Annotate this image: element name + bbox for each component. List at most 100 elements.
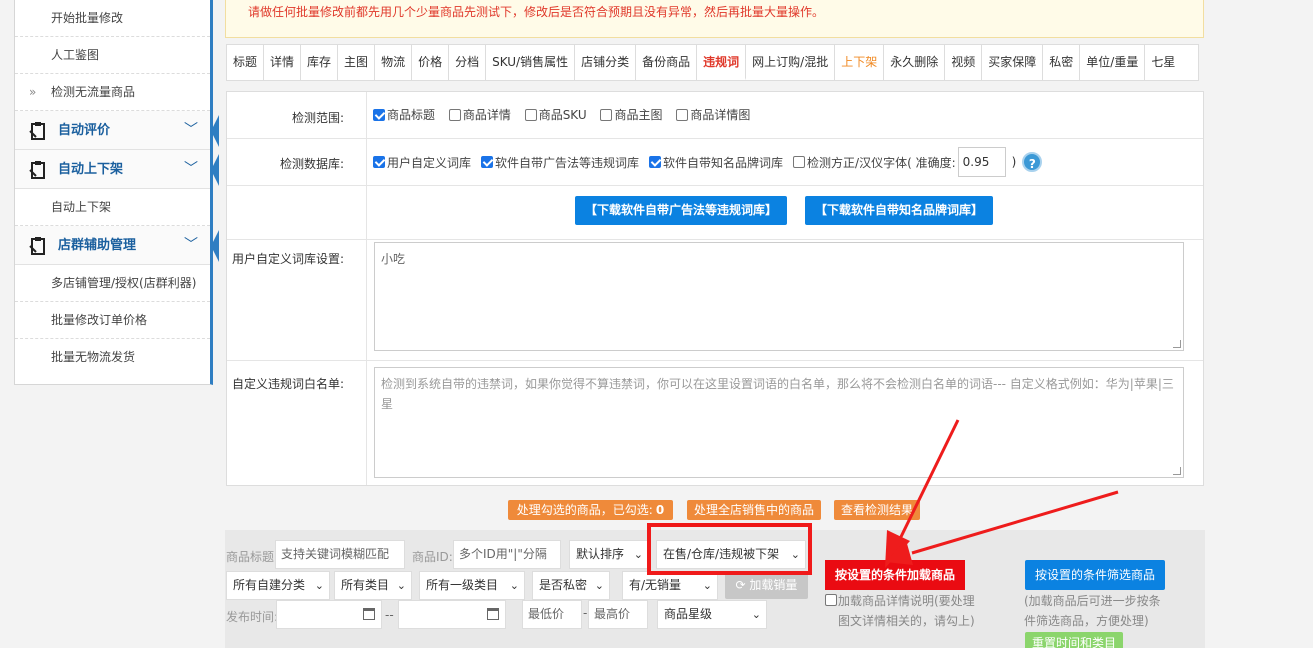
- scope-detail-image-checkbox[interactable]: 商品详情图: [676, 106, 750, 123]
- sidebar-group-label: 店群辅助管理: [58, 238, 137, 253]
- chevron-down-icon: ⌄: [751, 608, 761, 621]
- sidebar-item-batch-modify[interactable]: 开始批量修改: [15, 0, 210, 37]
- whitelist-textarea[interactable]: 检测到系统自带的违禁词，如果你觉得不算违禁词，你可以在这里设置词语的白名单，那么…: [374, 367, 1184, 478]
- sidebar-group-label: 自动上下架: [58, 162, 124, 177]
- tab-buyer-protection[interactable]: 买家保障: [982, 45, 1044, 80]
- tab-seven-star[interactable]: 七星: [1145, 45, 1181, 80]
- checkbox-label: 软件自带广告法等违规词库: [495, 155, 640, 170]
- active-notch: [211, 154, 219, 186]
- sidebar-item-manual-image-review[interactable]: 人工鉴图: [15, 37, 210, 74]
- chevron-down-icon: ﹀: [184, 237, 198, 253]
- tab-title[interactable]: 标题: [227, 45, 265, 80]
- process-all-button[interactable]: 处理全店销售中的商品: [687, 500, 821, 520]
- scope-main-image-checkbox[interactable]: 商品主图: [600, 106, 662, 123]
- scope-detail-checkbox[interactable]: 商品详情: [448, 106, 511, 123]
- scope-title-checkbox[interactable]: 商品标题: [373, 106, 435, 123]
- checkbox-checked: [373, 156, 385, 168]
- tab-tier[interactable]: 分档: [449, 45, 487, 80]
- tab-logistics[interactable]: 物流: [375, 45, 413, 80]
- load-products-button[interactable]: 按设置的条件加载商品: [825, 560, 965, 590]
- checkbox-label: 商品详情图: [690, 108, 751, 122]
- accuracy-input[interactable]: 0.95: [957, 147, 1006, 177]
- select-value: 所有一级类目: [426, 578, 499, 592]
- scope-sku-checkbox[interactable]: 商品SKU: [524, 106, 587, 123]
- db-custom-checkbox[interactable]: 用户自定义词库: [373, 154, 471, 171]
- sidebar-item-label: 多店铺管理/授权(店群利器): [51, 276, 197, 290]
- process-selected-button[interactable]: 处理勾选的商品，已勾选: 0: [508, 500, 673, 520]
- tab-listing[interactable]: 上下架: [835, 45, 885, 80]
- load-sales-button[interactable]: ⟳ 加载销量: [725, 571, 808, 599]
- checkbox-label: 检测方正/汉仪字体( 准确度:: [807, 155, 956, 170]
- calendar-icon: [363, 608, 375, 620]
- help-icon[interactable]: ?: [1022, 152, 1043, 172]
- min-price-input[interactable]: 最低价: [522, 600, 582, 629]
- tab-backup[interactable]: 备份商品: [636, 45, 698, 80]
- tab-video[interactable]: 视频: [945, 45, 983, 80]
- sidebar-item-no-traffic-check[interactable]: » 检测无流量商品: [15, 74, 210, 111]
- sidebar-group-label: 自动评价: [58, 123, 111, 138]
- tab-stock[interactable]: 库存: [301, 45, 339, 80]
- checkbox-checked: [373, 108, 385, 121]
- download-brand-lib-button[interactable]: 【下载软件自带知名品牌词库】: [805, 196, 993, 225]
- active-notch: [211, 115, 219, 147]
- tab-online-order[interactable]: 网上订购/混批: [746, 45, 836, 80]
- sidebar-item-multi-store[interactable]: 多店铺管理/授权(店群利器): [15, 265, 210, 302]
- db-font-checkbox[interactable]: 检测方正/汉仪字体( 准确度:: [793, 154, 956, 171]
- id-filter-input[interactable]: 多个ID用"|"分隔: [453, 540, 561, 569]
- title-filter-input[interactable]: 支持关键词模糊匹配: [275, 540, 405, 569]
- chevron-down-icon: ⌄: [509, 579, 519, 592]
- sidebar-item-no-logistics[interactable]: 批量无物流发货: [15, 339, 210, 376]
- sort-select[interactable]: 默认排序 ⌄: [569, 540, 649, 569]
- tab-store-category[interactable]: 店铺分类: [575, 45, 637, 80]
- sidebar-group-store-group-mgmt[interactable]: 店群辅助管理 ﹀: [15, 226, 219, 265]
- select-value: 所有类目: [341, 578, 390, 592]
- custom-category-select[interactable]: 所有自建分类 ⌄: [226, 571, 330, 600]
- load-detail-checkbox[interactable]: [825, 594, 839, 606]
- chevron-down-icon: ﹀: [184, 122, 198, 138]
- db-adlaw-checkbox[interactable]: 软件自带广告法等违规词库: [481, 154, 639, 171]
- level1-category-select[interactable]: 所有一级类目 ⌄: [419, 571, 525, 600]
- sales-select[interactable]: 有/无销量 ⌄: [622, 571, 718, 600]
- checkbox-unchecked: [825, 594, 837, 606]
- sidebar-item-auto-listing[interactable]: 自动上下架: [15, 189, 210, 226]
- tab-detail[interactable]: 详情: [264, 45, 302, 80]
- chevron-down-icon: ⌄: [314, 579, 324, 592]
- custom-lib-row: 用户自定义词库设置: 小吃: [227, 240, 1203, 361]
- checkbox-checked: [481, 156, 494, 168]
- reset-time-category-button[interactable]: 重置时间和类目: [1025, 632, 1123, 648]
- star-select[interactable]: 商品星级 ⌄: [657, 600, 767, 629]
- checkbox-label: 商品SKU: [538, 108, 587, 122]
- custom-lib-textarea[interactable]: 小吃: [374, 242, 1184, 351]
- sidebar-group-auto-listing[interactable]: 自动上下架 ﹀: [15, 150, 219, 189]
- selected-count-badge: 0: [655, 503, 665, 517]
- scope-row: 检测范围: 商品标题 商品详情 商品SKU 商品主图 商品详情图: [227, 92, 1203, 139]
- time-separator: --: [385, 608, 394, 622]
- tab-main-image[interactable]: 主图: [338, 45, 376, 80]
- tab-violation-words[interactable]: 违规词: [697, 45, 747, 80]
- select-value: 所有自建分类: [233, 578, 306, 592]
- db-brand-checkbox[interactable]: 软件自带知名品牌词库: [649, 154, 783, 171]
- download-adlaw-lib-button[interactable]: 【下载软件自带广告法等违规词库】: [575, 196, 787, 225]
- tab-bar: 标题 详情 库存 主图 物流 价格 分档 SKU/销售属性 店铺分类 备份商品 …: [226, 44, 1199, 81]
- private-select[interactable]: 是否私密 ⌄: [532, 571, 610, 600]
- max-price-input[interactable]: 最高价: [588, 600, 648, 629]
- resize-grip-icon: [1173, 340, 1181, 348]
- tab-delete[interactable]: 永久删除: [884, 45, 946, 80]
- tab-unit-weight[interactable]: 单位/重量: [1080, 45, 1146, 80]
- title-filter-label: 商品标题:: [226, 550, 279, 564]
- checkbox-unchecked: [600, 108, 613, 121]
- tab-price[interactable]: 价格: [412, 45, 450, 80]
- chevron-down-icon: ﹀: [184, 161, 198, 177]
- tab-private[interactable]: 私密: [1043, 45, 1081, 80]
- time-start-input[interactable]: [276, 600, 382, 629]
- checkbox-checked: [649, 156, 662, 168]
- sidebar-group-auto-review[interactable]: 自动评价 ﹀: [15, 111, 219, 150]
- database-row: 检测数据库: 用户自定义词库 软件自带广告法等违规词库 软件自带知名品牌词库 检…: [227, 139, 1203, 186]
- category-select[interactable]: 所有类目 ⌄: [334, 571, 412, 600]
- time-end-input[interactable]: [398, 600, 506, 629]
- tab-sku[interactable]: SKU/销售属性: [486, 45, 576, 80]
- filter-products-button[interactable]: 按设置的条件筛选商品: [1025, 560, 1165, 590]
- checkbox-unchecked: [676, 108, 689, 121]
- sidebar-item-order-price[interactable]: 批量修改订单价格: [15, 302, 210, 339]
- view-results-button[interactable]: 查看检测结果: [834, 500, 920, 520]
